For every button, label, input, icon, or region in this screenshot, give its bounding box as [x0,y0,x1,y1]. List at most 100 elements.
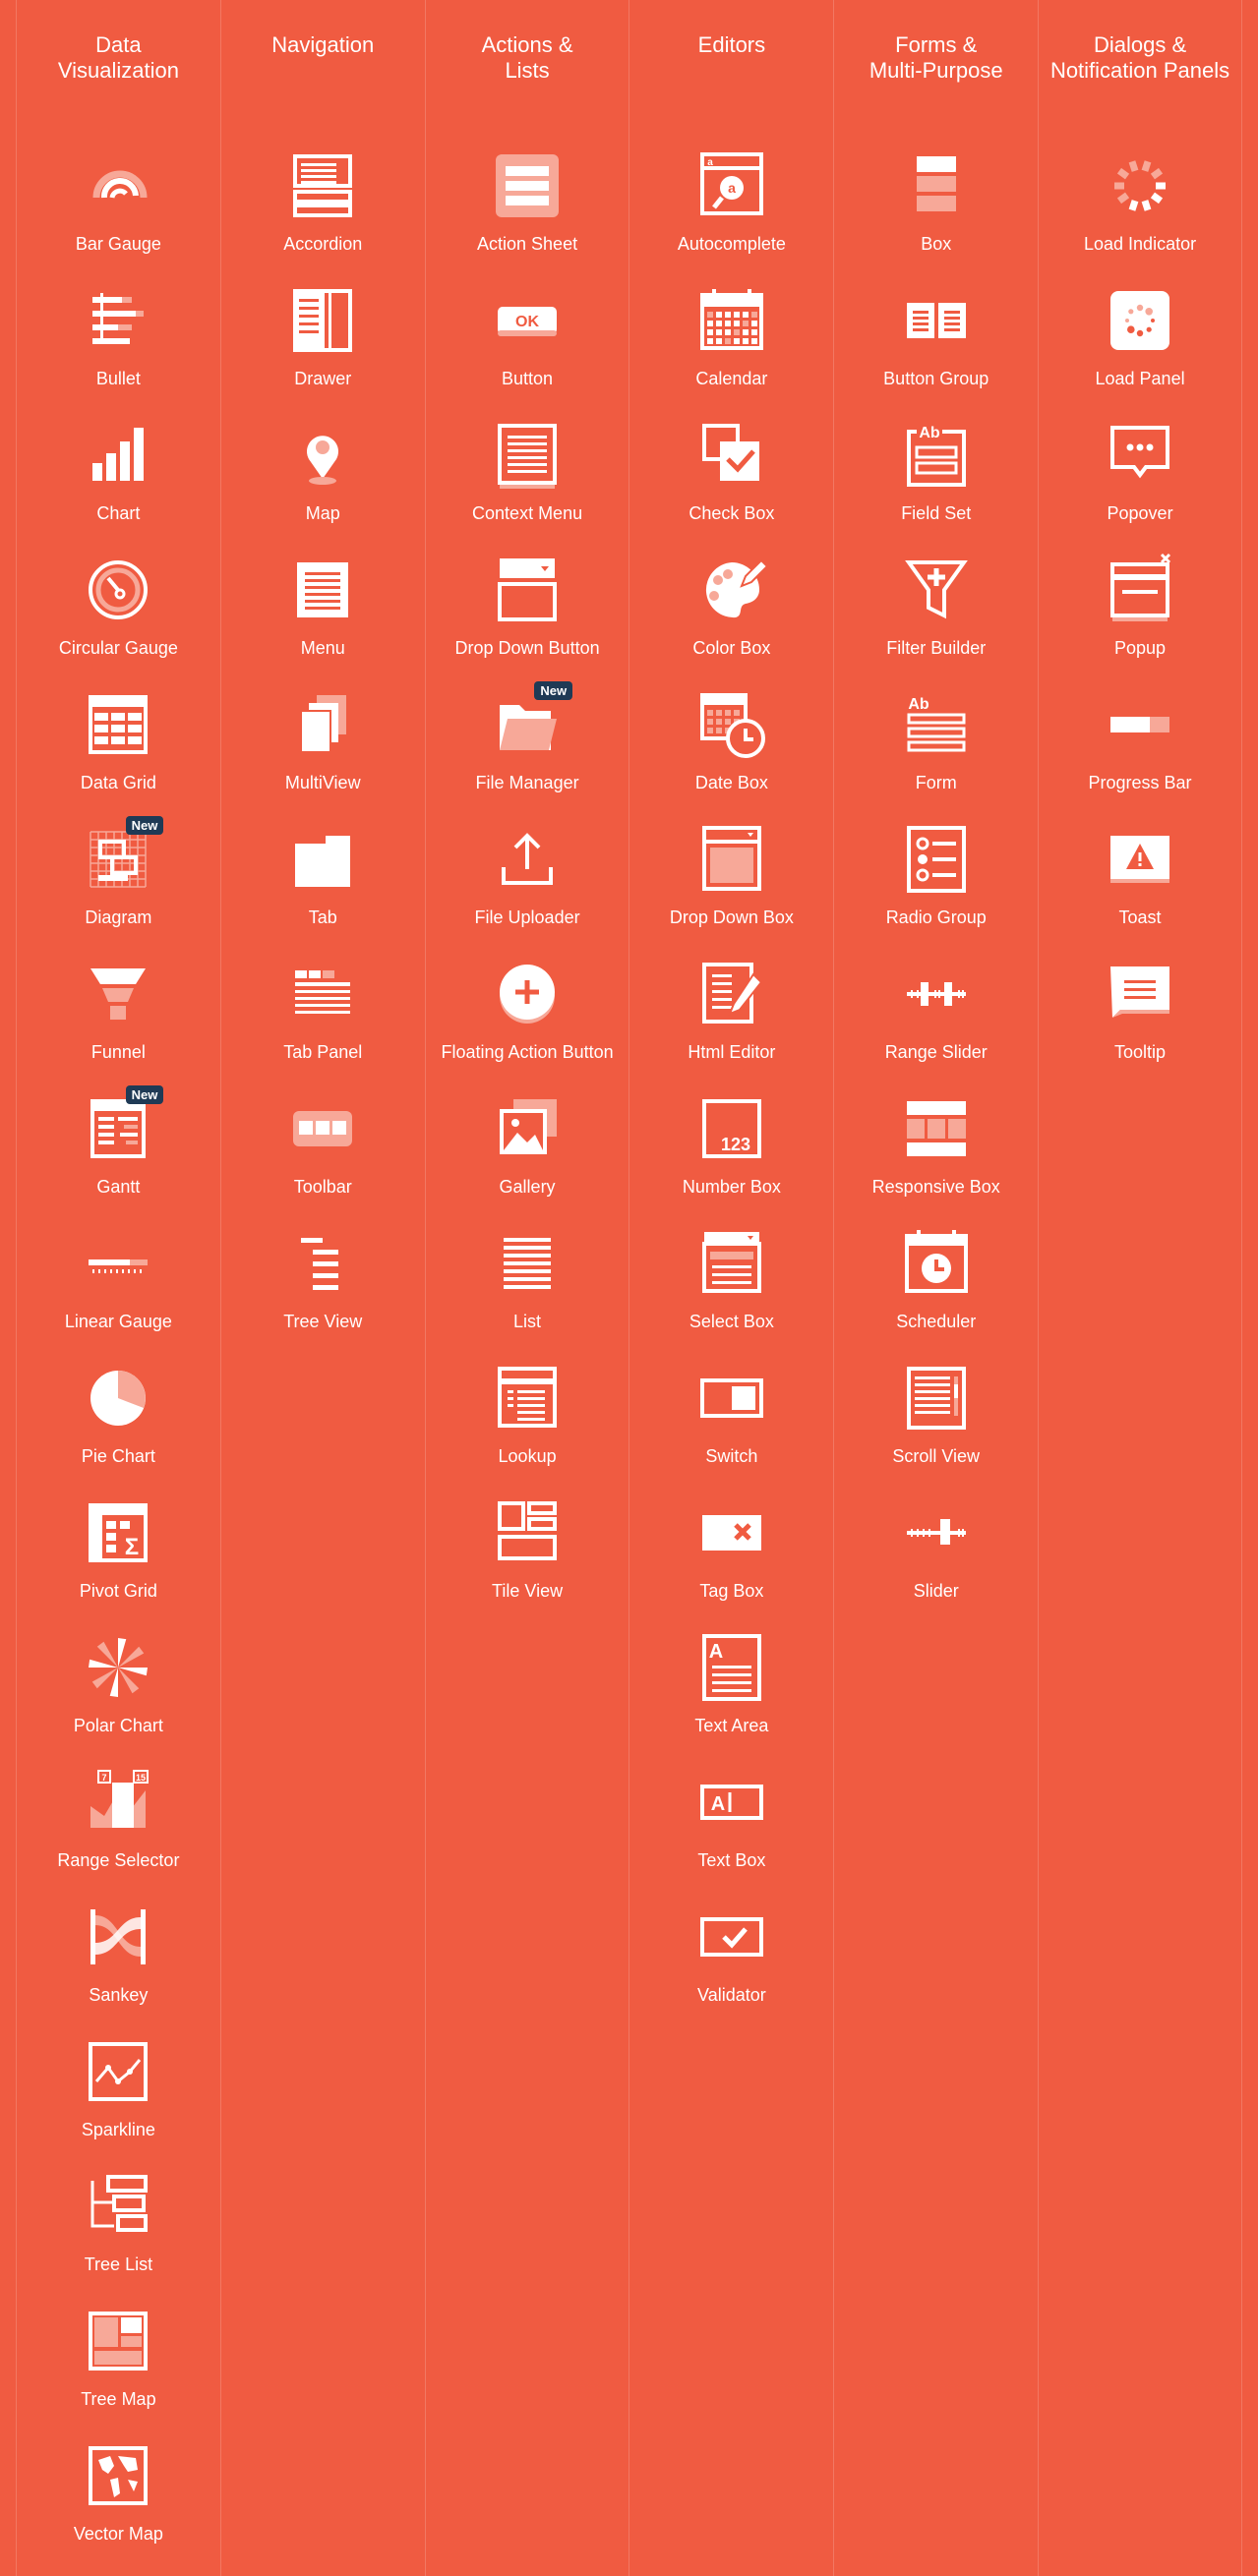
widget-item-scroll-view[interactable]: Scroll View [838,1359,1035,1493]
widget-item-bar-gauge[interactable]: Bar Gauge [20,146,216,281]
widget-item-circular-gauge[interactable]: Circular Gauge [20,551,216,685]
widget-item-check-box[interactable]: Check Box [633,416,830,551]
widget-item-drop-down-box[interactable]: Drop Down Box [633,820,830,955]
drop-down-button-icon [488,551,567,629]
widget-item-polar-chart[interactable]: Polar Chart [20,1628,216,1763]
widget-item-validator[interactable]: Validator [633,1898,830,2032]
widget-item-text-box[interactable]: A Text Box [633,1763,830,1898]
widget-item-toast[interactable]: Toast [1042,820,1238,955]
widget-item-text-area[interactable]: A Text Area [633,1628,830,1763]
widget-item-context-menu[interactable]: Context Menu [429,416,626,551]
widget-item-pie-chart[interactable]: Pie Chart [20,1359,216,1493]
widget-item-gantt[interactable]: New Gantt [20,1085,216,1224]
widget-item-floating-action-button[interactable]: Floating Action Button [429,955,626,1089]
widget-item-tab-panel[interactable]: Tab Panel [224,955,421,1089]
widget-label: Tile View [492,1581,564,1601]
widget-item-gallery[interactable]: Gallery [429,1089,626,1224]
widget-item-funnel[interactable]: Funnel [20,955,216,1089]
widget-item-calendar[interactable]: Calendar [633,281,830,416]
widget-item-tooltip[interactable]: Tooltip [1042,955,1238,1089]
bullet-icon [79,281,157,360]
widget-item-vector-map[interactable]: Vector Map [20,2436,216,2571]
widget-item-range-slider[interactable]: Range Slider [838,955,1035,1089]
widget-label: Funnel [90,1042,146,1062]
widget-label: Text Box [697,1850,766,1870]
widget-item-radio-group[interactable]: Radio Group [838,820,1035,955]
widget-item-button-group[interactable]: Button Group [838,281,1035,416]
widget-item-diagram[interactable]: New Diagram [20,816,216,955]
widget-item-action-sheet[interactable]: Action Sheet [429,146,626,281]
widget-item-range-selector[interactable]: 7 15 Range Selector [20,1763,216,1898]
widget-item-drawer[interactable]: Drawer [224,281,421,416]
widget-item-file-uploader[interactable]: File Uploader [429,820,626,955]
polar-chart-icon [79,1628,157,1707]
widget-label: Load Panel [1095,369,1185,388]
widget-item-load-panel[interactable]: Load Panel [1042,281,1238,416]
widget-item-slider[interactable]: Slider [838,1493,1035,1628]
gantt-icon: New [79,1085,164,1168]
funnel-icon [79,955,157,1033]
widget-item-drop-down-button[interactable]: Drop Down Button [429,551,626,685]
widget-item-tree-view[interactable]: Tree View [224,1224,421,1359]
widget-item-sankey[interactable]: Sankey [20,1898,216,2032]
widget-item-sparkline[interactable]: Sparkline [20,2032,216,2167]
widget-item-lookup[interactable]: Lookup [429,1359,626,1493]
widget-item-map[interactable]: Map [224,416,421,551]
html-editor-icon [692,955,771,1033]
widget-label: Pivot Grid [79,1581,157,1601]
category-title: Dialogs & Notification Panels [1049,32,1230,83]
svg-text:A: A [711,1793,725,1815]
widget-item-bullet[interactable]: Bullet [20,281,216,416]
widget-label: Drawer [294,369,352,388]
widget-label: Drop Down Button [454,638,600,658]
text-area-icon: A [692,1628,771,1707]
widget-item-box[interactable]: Box [838,146,1035,281]
widget-item-file-manager[interactable]: New File Manager [429,681,626,820]
widget-label: Bullet [95,369,141,388]
widget-label: Gantt [96,1177,141,1197]
widget-item-tree-map[interactable]: Tree Map [20,2302,216,2436]
widget-item-pivot-grid[interactable]: Σ Pivot Grid [20,1493,216,1628]
widget-item-data-grid[interactable]: Data Grid [20,685,216,820]
widget-label: Gallery [499,1177,556,1197]
widget-item-form[interactable]: Ab Form [838,685,1035,820]
widget-catalog-grid: Data Visualization Bar Gauge Bullet Chart Ci… [0,0,1258,2576]
widget-label: Progress Bar [1088,773,1192,792]
widget-item-toolbar[interactable]: Toolbar [224,1089,421,1224]
widget-item-menu[interactable]: Menu [224,551,421,685]
widget-item-accordion[interactable]: Accordion [224,146,421,281]
widget-label: Polar Chart [73,1716,163,1735]
widget-item-responsive-box[interactable]: Responsive Box [838,1089,1035,1224]
widget-item-tag-box[interactable]: Tag Box [633,1493,830,1628]
widget-item-load-indicator[interactable]: Load Indicator [1042,146,1238,281]
widget-item-multiview[interactable]: MultiView [224,685,421,820]
multiview-icon [283,685,362,764]
widget-label: Vector Map [73,2524,163,2544]
widget-item-color-box[interactable]: Color Box [633,551,830,685]
widget-label: Popover [1107,503,1173,523]
tree-view-icon [283,1224,362,1303]
widget-item-tree-list[interactable]: Tree List [20,2167,216,2302]
tree-map-icon [79,2302,157,2380]
widget-item-filter-builder[interactable]: Filter Builder [838,551,1035,685]
widget-item-autocomplete[interactable]: a a Autocomplete [633,146,830,281]
widget-item-popup[interactable]: Popup [1042,551,1238,685]
widget-item-number-box[interactable]: 123 Number Box [633,1089,830,1224]
widget-item-html-editor[interactable]: Html Editor [633,955,830,1089]
calendar-icon [692,281,771,360]
widget-item-progress-bar[interactable]: Progress Bar [1042,685,1238,820]
widget-item-select-box[interactable]: Select Box [633,1224,830,1359]
widget-item-scheduler[interactable]: Scheduler [838,1224,1035,1359]
widget-item-chart[interactable]: Chart [20,416,216,551]
widget-item-tab[interactable]: Tab [224,820,421,955]
widget-label: Toolbar [293,1177,352,1197]
widget-item-button[interactable]: OK Button [429,281,626,416]
widget-item-date-box[interactable]: Date Box [633,685,830,820]
tile-view-icon [488,1493,567,1572]
widget-item-list[interactable]: List [429,1224,626,1359]
widget-item-switch[interactable]: Switch [633,1359,830,1493]
widget-item-popover[interactable]: Popover [1042,416,1238,551]
widget-item-linear-gauge[interactable]: Linear Gauge [20,1224,216,1359]
widget-item-field-set[interactable]: Ab Field Set [838,416,1035,551]
widget-item-tile-view[interactable]: Tile View [429,1493,626,1628]
